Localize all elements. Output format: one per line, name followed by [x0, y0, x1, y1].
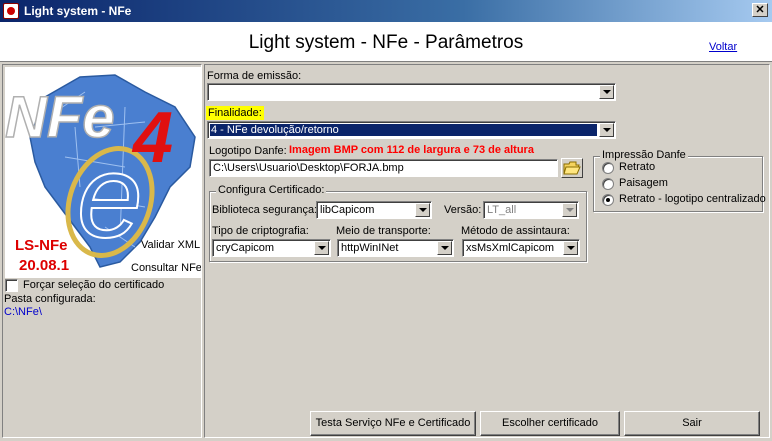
radio-portrait-centered[interactable]	[602, 194, 614, 206]
chevron-down-icon[interactable]	[562, 203, 577, 217]
emission-label: Forma de emissão:	[207, 70, 302, 82]
crypto-type-value: cryCapicom	[216, 242, 275, 254]
version-value: LT_all	[487, 204, 517, 216]
chevron-down-icon[interactable]	[415, 203, 430, 217]
chevron-down-icon[interactable]	[599, 123, 614, 137]
certificate-legend: Configura Certificado:	[216, 184, 327, 196]
chevron-down-icon[interactable]	[599, 85, 614, 99]
logo-path-value: C:\Users\Usuario\Desktop\FORJA.bmp	[213, 162, 404, 174]
validate-xml-link[interactable]: Validar XML	[141, 239, 200, 251]
left-panel: e NFe 4 LS-NFe 20.08.1 Validar XML Consu…	[2, 64, 202, 438]
folder-label: Pasta configurada:	[4, 293, 96, 305]
sign-method-value: xsMsXmlCapicom	[466, 242, 555, 254]
close-button[interactable]: ✕	[752, 3, 768, 17]
radio-landscape[interactable]	[602, 178, 614, 190]
browse-logo-button[interactable]	[561, 158, 583, 178]
transport-select[interactable]: httpWinINet	[337, 239, 454, 257]
security-lib-select[interactable]: libCapicom	[316, 201, 432, 219]
logo-path-field[interactable]: C:\Users\Usuario\Desktop\FORJA.bmp	[209, 159, 558, 177]
crypto-type-select[interactable]: cryCapicom	[212, 239, 331, 257]
query-nfe-link[interactable]: Consultar NFe	[131, 262, 201, 274]
folder-open-icon	[563, 161, 581, 175]
logo-version: 20.08.1	[19, 257, 70, 274]
emission-select[interactable]	[207, 83, 616, 101]
parameters-panel: Forma de emissão: Finalidade: 4 - NFe de…	[204, 64, 770, 438]
choose-certificate-button[interactable]: Escolher certificado	[480, 411, 620, 436]
button-bar: Testa Serviço NFe e Certificado Escolher…	[204, 410, 770, 438]
chevron-down-icon[interactable]	[563, 241, 578, 255]
page-header: Light system - NFe - Parâmetros Voltar	[0, 22, 772, 62]
close-icon: ✕	[755, 4, 765, 16]
security-lib-value: libCapicom	[320, 204, 375, 216]
sign-method-label: Método de assintaura:	[461, 225, 570, 237]
chevron-down-icon[interactable]	[437, 241, 452, 255]
window-title: Light system - NFe	[24, 4, 132, 18]
radio-portrait-centered-label: Retrato - logotipo centralizado	[619, 193, 766, 205]
logo-number: 4	[131, 98, 173, 178]
logo-nfe-text: NFe	[5, 85, 115, 150]
nfe-logo: e NFe 4 LS-NFe 20.08.1 Validar XML Consu…	[5, 67, 201, 278]
radio-landscape-label: Paisagem	[619, 177, 668, 189]
security-lib-label: Biblioteca segurança:	[212, 204, 318, 216]
transport-value: httpWinINet	[341, 242, 399, 254]
folder-path: C:\NFe\	[4, 306, 42, 318]
version-label: Versão:	[444, 204, 482, 216]
chevron-down-icon[interactable]	[314, 241, 329, 255]
logo-size-hint: Imagem BMP com 112 de largura e 73 de al…	[289, 144, 534, 156]
test-service-button[interactable]: Testa Serviço NFe e Certificado	[310, 411, 476, 436]
transport-label: Meio de transporte:	[336, 225, 431, 237]
print-danfe-legend: Impressão Danfe	[600, 149, 688, 161]
page-title: Light system - NFe - Parâmetros	[248, 32, 524, 53]
sign-method-select[interactable]: xsMsXmlCapicom	[462, 239, 580, 257]
finality-value: 4 - NFe devolução/retorno	[211, 124, 339, 136]
back-link[interactable]: Voltar	[709, 41, 737, 53]
logo-product-name: LS-NFe	[15, 237, 68, 254]
finality-label: Finalidade:	[206, 106, 264, 120]
force-cert-checkbox[interactable]	[5, 279, 18, 292]
exit-button[interactable]: Sair	[624, 411, 760, 436]
print-danfe-group: Impressão Danfe Retrato Paisagem Retrato…	[593, 149, 766, 212]
crypto-type-label: Tipo de criptografia:	[212, 225, 309, 237]
finality-select[interactable]: 4 - NFe devolução/retorno	[207, 121, 616, 139]
radio-portrait-label: Retrato	[619, 161, 656, 173]
certificate-group: Configura Certificado: Biblioteca segura…	[209, 184, 587, 262]
app-icon	[3, 3, 19, 19]
logo-danfe-label: Logotipo Danfe:	[209, 145, 287, 157]
radio-portrait[interactable]	[602, 162, 614, 174]
force-cert-label: Forçar seleção do certificado	[23, 279, 165, 291]
version-select[interactable]: LT_all	[483, 201, 579, 219]
title-bar: Light system - NFe ✕	[0, 0, 772, 22]
